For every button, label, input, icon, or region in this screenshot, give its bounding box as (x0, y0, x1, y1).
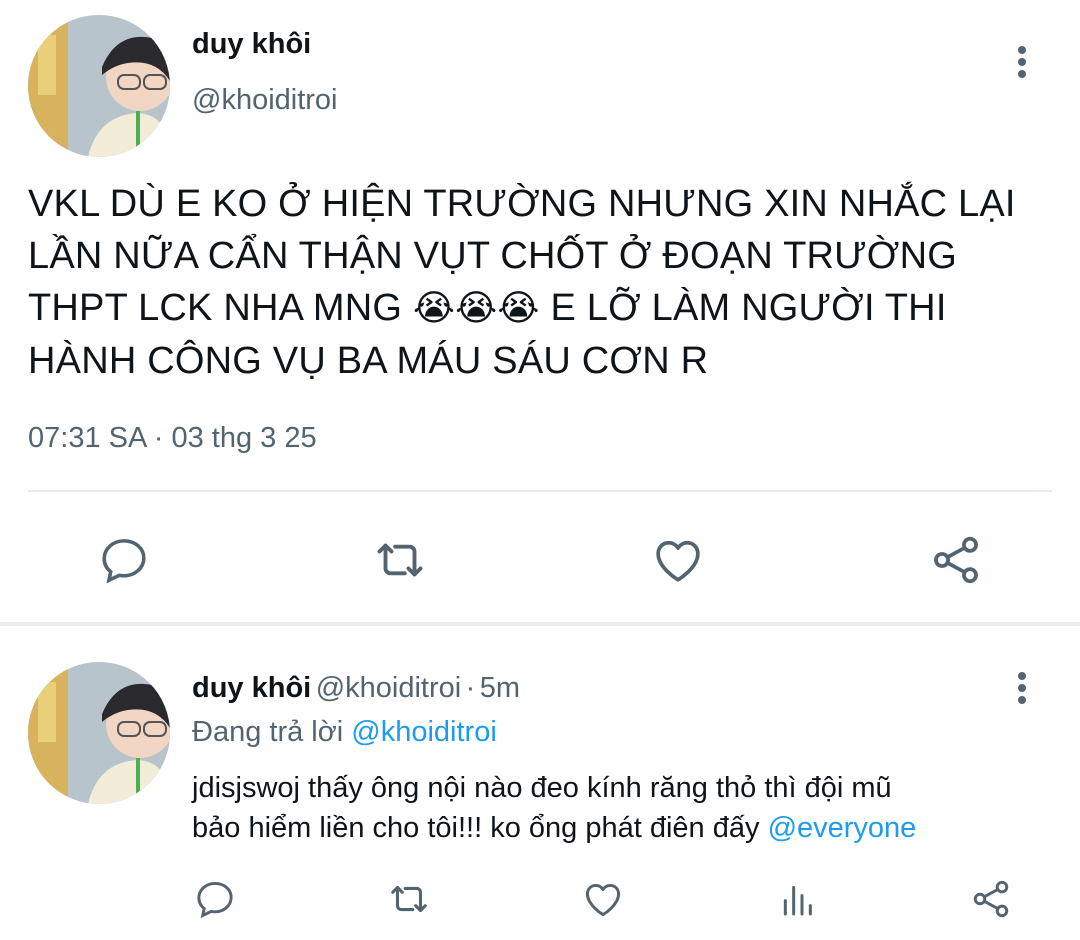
reply-text-segment: bảo hiểm liền cho tôi!!! ko ổng phát điê… (192, 812, 760, 844)
share-icon (973, 880, 1009, 918)
reply-text-line: bảo hiểm liền cho tôi!!! ko ổng phát điê… (192, 808, 1052, 848)
share-button[interactable] (924, 528, 988, 592)
mention-link[interactable]: @everyone (768, 812, 917, 844)
more-options-button[interactable] (1002, 42, 1042, 82)
more-vertical-icon (1018, 46, 1026, 78)
author-avatar[interactable] (28, 15, 170, 157)
reply-more-options-button[interactable] (1002, 668, 1042, 708)
reply-author-handle[interactable]: @khoiditroi (316, 672, 462, 704)
tweet-text: VKL DÙ E KO Ở HIỆN TRƯỜNG NHƯNG XIN NHẮC… (28, 178, 1058, 387)
reply-text-line: jdisjswoj thấy ông nội nào đeo kính răng… (192, 772, 892, 804)
author-name[interactable]: duy khôi (192, 28, 311, 61)
reply-header: duy khôi @khoiditroi · 5m (192, 672, 520, 705)
like-button[interactable] (646, 528, 710, 592)
tweet-text-segment: THPT LCK NHA MNG (28, 287, 403, 329)
reply-author-name[interactable]: duy khôi (192, 672, 311, 704)
reply-share-button[interactable] (966, 874, 1016, 924)
reply-icon (197, 881, 233, 919)
reply-reply-button[interactable] (190, 874, 240, 924)
crying-emoji: 😭😭😭 (412, 288, 540, 329)
tweet-text-line: THPT LCK NHA MNG 😭😭😭 E LỠ LÀM NGƯỜI THI (28, 282, 1058, 335)
analytics-button[interactable] (772, 874, 822, 924)
retweet-icon (391, 885, 427, 913)
reply-button[interactable] (92, 528, 156, 592)
replying-to-link[interactable]: @khoiditroi (351, 716, 497, 748)
like-icon (656, 540, 700, 582)
tweet-text-line: LẦN NỮA CẨN THẬN VỤT CHỐT Ở ĐOẠN TRƯỜNG (28, 235, 957, 277)
more-vertical-icon (1018, 672, 1026, 704)
separator-dot: · (465, 672, 476, 704)
reply-author-avatar[interactable] (28, 662, 170, 804)
replying-prefix: Đang trả lời (192, 716, 344, 748)
reply-like-button[interactable] (578, 874, 628, 924)
reply-icon (102, 539, 146, 584)
replying-to: Đang trả lời @khoiditroi (192, 716, 497, 749)
share-icon (934, 536, 978, 584)
section-divider (0, 622, 1080, 626)
analytics-icon (783, 885, 812, 916)
author-handle[interactable]: @khoiditroi (192, 84, 338, 117)
tweet-text-line: HÀNH CÔNG VỤ BA MÁU SÁU CƠN R (28, 340, 709, 382)
reply-text: jdisjswoj thấy ông nội nào đeo kính răng… (192, 768, 1052, 848)
retweet-button[interactable] (368, 528, 432, 592)
tweet-timestamp[interactable]: 07:31 SA · 03 thg 3 25 (28, 422, 317, 455)
like-icon (585, 883, 621, 917)
tweet-text-segment: E LỠ LÀM NGƯỜI THI (550, 287, 947, 329)
reply-time[interactable]: 5m (480, 672, 520, 704)
tweet-text-line: VKL DÙ E KO Ở HIỆN TRƯỜNG NHƯNG XIN NHẮC… (28, 183, 1016, 225)
retweet-icon (377, 543, 423, 577)
reply-retweet-button[interactable] (384, 874, 434, 924)
divider (28, 490, 1052, 492)
